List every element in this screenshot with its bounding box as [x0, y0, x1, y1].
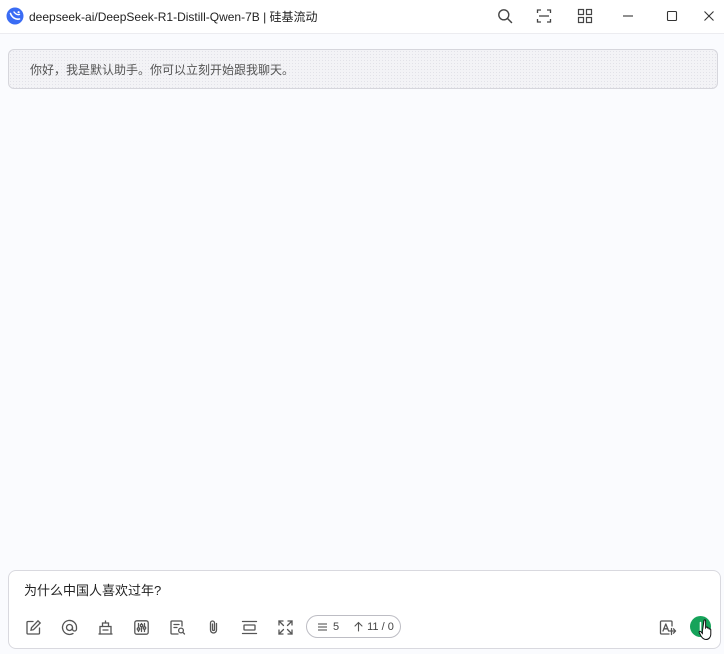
input-panel: 为什么中国人喜欢过年? 5 11 / 0: [8, 570, 721, 649]
send-button[interactable]: [690, 616, 711, 637]
close-icon: [704, 11, 714, 21]
message-list[interactable]: 你好，我是默认助手。你可以立刻开始跟我聊天。: [0, 35, 724, 563]
title-bar: deepseek-ai/DeepSeek-R1-Distill-Qwen-7B …: [0, 0, 724, 34]
close-button[interactable]: [696, 4, 722, 28]
context-count-value: 5: [333, 620, 340, 633]
web-search-icon: [169, 619, 185, 635]
list-lines-icon: [318, 622, 327, 631]
new-topic-icon: [25, 619, 41, 635]
scan-button[interactable]: [531, 4, 557, 28]
maximize-icon: [666, 10, 678, 22]
minimize-button[interactable]: [615, 4, 641, 28]
token-count: 11 / 0: [354, 621, 394, 633]
attachment-icon: [209, 619, 217, 634]
minimize-icon: [623, 15, 633, 17]
mention-icon: [61, 619, 77, 635]
assistant-message-text: 你好，我是默认助手。你可以立刻开始跟我聊天。: [30, 62, 295, 77]
attachment-button[interactable]: [202, 616, 224, 638]
knowledge-base-icon: [97, 619, 113, 635]
send-icon: [699, 621, 702, 632]
assistant-message: 你好，我是默认助手。你可以立刻开始跟我聊天。: [8, 49, 718, 89]
arrow-up-icon: [354, 621, 363, 632]
window-title: deepseek-ai/DeepSeek-R1-Distill-Qwen-7B …: [29, 10, 318, 24]
grid-apps-icon: [577, 8, 593, 24]
mention-button[interactable]: [58, 616, 80, 638]
new-topic-button[interactable]: [22, 616, 44, 638]
scan-icon: [536, 9, 552, 23]
web-search-button[interactable]: [166, 616, 188, 638]
translate-icon: [659, 619, 677, 635]
expand-icon: [277, 619, 293, 635]
search-icon: [498, 9, 513, 24]
knowledge-base-button[interactable]: [94, 616, 116, 638]
settings-sliders-icon: [133, 619, 149, 635]
message-input[interactable]: 为什么中国人喜欢过年?: [24, 582, 161, 600]
apps-button[interactable]: [572, 4, 598, 28]
clear-context-icon: [241, 620, 257, 634]
expand-button[interactable]: [274, 616, 296, 638]
token-count-value: 11 / 0: [367, 620, 394, 633]
token-count-pill[interactable]: 5 11 / 0: [306, 615, 401, 638]
assistant-settings-button[interactable]: [130, 616, 152, 638]
search-button[interactable]: [492, 4, 518, 28]
cherry-studio-logo-icon: [6, 7, 24, 25]
app-window: deepseek-ai/DeepSeek-R1-Distill-Qwen-7B …: [0, 0, 724, 654]
clear-context-button[interactable]: [238, 616, 260, 638]
maximize-button[interactable]: [659, 4, 685, 28]
context-count: 5: [317, 621, 339, 633]
translate-button[interactable]: [657, 616, 679, 638]
